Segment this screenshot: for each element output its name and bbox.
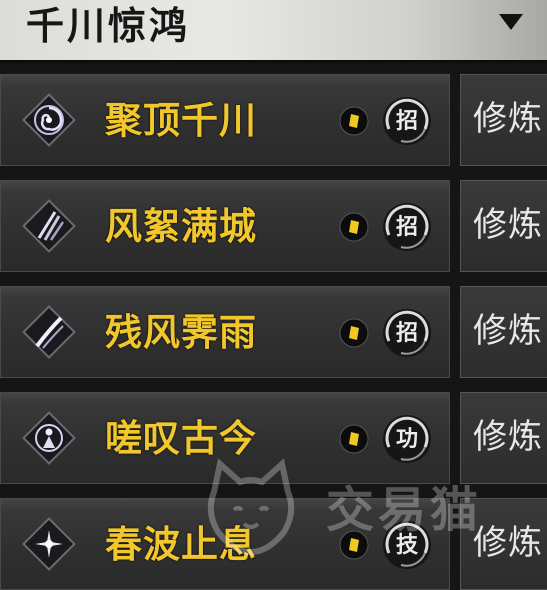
cultivate-button-label: 修炼 xyxy=(473,99,543,139)
skill-card[interactable]: 聚顶千川 招 xyxy=(0,74,450,166)
header-bar: 千川惊鸿 xyxy=(0,0,547,60)
type-badge: 招 xyxy=(395,320,418,346)
page-title: 千川惊鸿 xyxy=(26,3,191,48)
coin-icon xyxy=(339,530,369,560)
chevron-down-icon[interactable] xyxy=(499,14,523,30)
coin-icon xyxy=(339,424,369,454)
skill-card[interactable]: 嗟叹古今 功 xyxy=(0,392,450,484)
coin-icon xyxy=(339,106,369,136)
skill-name: 嗟叹古今 xyxy=(105,416,257,460)
skill-card[interactable]: 春波止息 技 xyxy=(0,498,450,590)
coin-icon xyxy=(339,212,369,242)
skill-name: 春波止息 xyxy=(105,522,257,566)
type-badge: 功 xyxy=(395,426,418,452)
cultivate-button[interactable]: 修炼 xyxy=(460,392,547,484)
skill-name: 聚顶千川 xyxy=(105,98,257,142)
type-badge: 招 xyxy=(395,214,418,240)
skill-card[interactable]: 风絮满城 招 xyxy=(0,180,450,272)
list-item: 嗟叹古今 功 修炼 xyxy=(0,392,547,484)
figure-aura-skill-icon xyxy=(22,411,76,465)
skill-name: 残风霁雨 xyxy=(105,310,257,354)
cultivate-button[interactable]: 修炼 xyxy=(460,286,547,378)
list-item: 风絮满城 招 修炼 xyxy=(0,180,547,272)
cultivate-button-label: 修炼 xyxy=(473,311,543,351)
skill-card[interactable]: 残风霁雨 招 xyxy=(0,286,450,378)
cultivate-button-label: 修炼 xyxy=(473,523,543,563)
cultivate-button[interactable]: 修炼 xyxy=(460,498,547,590)
type-badge: 招 xyxy=(395,108,418,134)
burst-skill-icon xyxy=(22,517,76,571)
cultivate-button-label: 修炼 xyxy=(473,205,543,245)
cultivate-button[interactable]: 修炼 xyxy=(460,74,547,166)
claw-slash-skill-icon xyxy=(22,199,76,253)
cultivate-button-label: 修炼 xyxy=(473,417,543,457)
blade-slash-skill-icon xyxy=(22,305,76,359)
list-item: 残风霁雨 招 修炼 xyxy=(0,286,547,378)
list-item: 聚顶千川 招 修炼 xyxy=(0,74,547,166)
coin-icon xyxy=(339,318,369,348)
skill-name: 风絮满城 xyxy=(105,204,257,248)
type-badge: 技 xyxy=(395,532,418,558)
list-item: 春波止息 技 修炼 xyxy=(0,498,547,590)
cultivate-button[interactable]: 修炼 xyxy=(460,180,547,272)
vortex-skill-icon xyxy=(22,93,76,147)
